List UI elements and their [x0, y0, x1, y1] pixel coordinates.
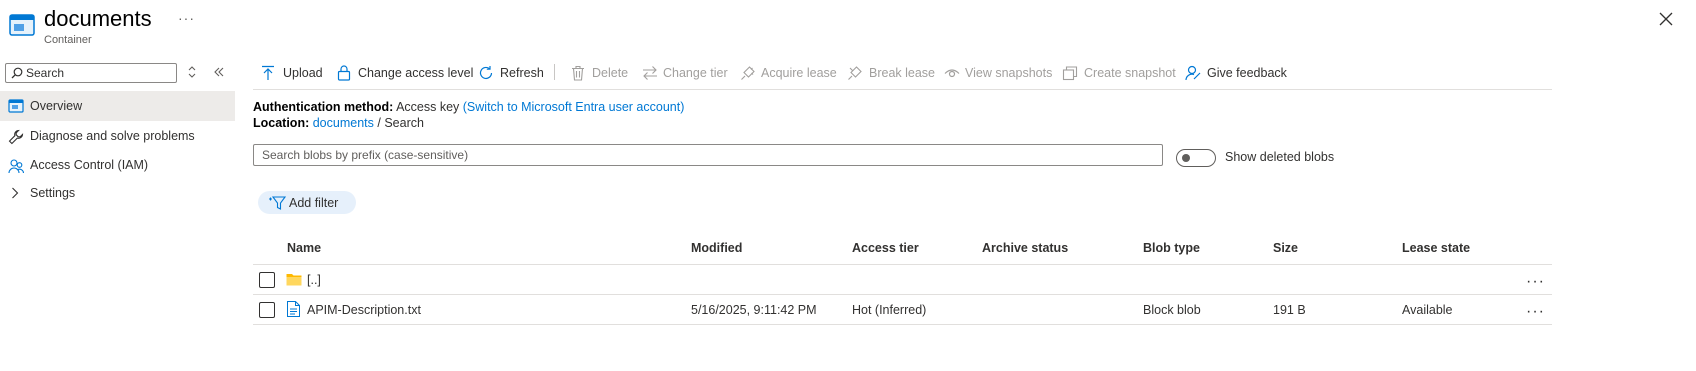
toolbar-divider-line: [253, 89, 1552, 90]
column-header-modified[interactable]: Modified: [691, 241, 742, 255]
create-snapshot-label: Create snapshot: [1084, 66, 1176, 80]
overview-icon: [8, 99, 24, 113]
break-lease-button[interactable]: Break lease: [847, 63, 935, 83]
location-link-documents[interactable]: documents: [313, 116, 374, 130]
wrench-icon: [8, 129, 24, 145]
view-snapshots-label: View snapshots: [965, 66, 1053, 80]
people-icon: [8, 158, 24, 174]
column-header-archive-status[interactable]: Archive status: [982, 241, 1068, 255]
refresh-label: Refresh: [500, 66, 544, 80]
nav-item-access-control[interactable]: Access Control (IAM): [0, 150, 235, 180]
toolbar-divider: [554, 64, 555, 80]
row-checkbox[interactable]: [259, 302, 275, 318]
double-chevron-left-icon: [214, 67, 224, 77]
view-snapshots-button[interactable]: View snapshots: [944, 63, 1053, 83]
upload-icon: [261, 65, 275, 81]
eye-icon: [944, 65, 960, 81]
show-deleted-label: Show deleted blobs: [1225, 150, 1335, 164]
sort-button[interactable]: [187, 66, 197, 78]
create-snapshot-button[interactable]: Create snapshot: [1062, 63, 1176, 83]
switch-auth-link[interactable]: (Switch to Microsoft Entra user account): [463, 100, 685, 114]
collapse-nav-button[interactable]: [213, 66, 225, 78]
add-filter-button[interactable]: Add filter: [258, 191, 356, 214]
delete-button[interactable]: Delete: [571, 63, 629, 83]
column-header-access-tier[interactable]: Access tier: [852, 241, 919, 255]
acquire-lease-label: Acquire lease: [761, 66, 837, 80]
lock-icon: [337, 65, 351, 81]
column-header-size[interactable]: Size: [1273, 241, 1298, 255]
link-icon: [740, 65, 756, 81]
page-subtitle: Container: [44, 34, 92, 46]
change-tier-button[interactable]: Change tier: [642, 63, 728, 83]
folder-icon: [286, 272, 302, 286]
refresh-icon: [478, 65, 494, 81]
change-access-level-button[interactable]: Change access level: [337, 63, 473, 83]
search-icon: [11, 67, 23, 79]
delete-label: Delete: [592, 66, 629, 80]
more-options-button[interactable]: ···: [178, 10, 195, 26]
add-filter-icon: [269, 196, 286, 210]
change-tier-label: Change tier: [663, 66, 728, 80]
arrows-swap-icon: [642, 65, 658, 81]
container-icon: [9, 14, 35, 36]
trash-icon: [571, 65, 585, 81]
file-icon: [287, 301, 300, 317]
blob-search-box[interactable]: [253, 144, 1163, 166]
row-checkbox[interactable]: [259, 272, 275, 288]
column-header-name[interactable]: Name: [287, 241, 321, 255]
location-label: Location:: [253, 116, 310, 130]
give-feedback-button[interactable]: Give feedback: [1185, 63, 1287, 83]
nav-item-settings[interactable]: Settings: [0, 178, 235, 208]
chevron-right-icon: [11, 186, 19, 200]
close-button[interactable]: [1658, 11, 1674, 27]
row-modified: 5/16/2025, 9:11:42 PM: [691, 303, 817, 317]
auth-method-line: Authentication method: Access key (Switc…: [253, 100, 684, 114]
nav-item-label: Access Control (IAM): [30, 158, 149, 172]
nav-item-label: Settings: [30, 186, 76, 200]
toggle-knob: [1182, 154, 1190, 162]
location-line: Location: documents / Search: [253, 116, 424, 130]
nav-item-diagnose[interactable]: Diagnose and solve problems: [0, 121, 235, 151]
row-name-file[interactable]: APIM-Description.txt: [307, 303, 421, 317]
auth-method-label: Authentication method:: [253, 100, 394, 114]
nav-item-label: Diagnose and solve problems: [30, 129, 195, 143]
add-filter-label: Add filter: [289, 196, 339, 210]
row-name-parent[interactable]: [..]: [307, 273, 321, 287]
blob-search-input[interactable]: [262, 147, 1152, 163]
row-divider: [253, 324, 1552, 325]
location-current: Search: [384, 116, 424, 130]
column-header-blob-type[interactable]: Blob type: [1143, 241, 1200, 255]
give-feedback-label: Give feedback: [1207, 66, 1287, 80]
acquire-lease-button[interactable]: Acquire lease: [740, 63, 837, 83]
location-separator: /: [377, 116, 381, 130]
nav-item-label: Overview: [30, 99, 83, 113]
sort-icon: [188, 66, 196, 78]
upload-label: Upload: [283, 66, 323, 80]
row-more-button[interactable]: ···: [1526, 304, 1545, 320]
feedback-icon: [1185, 65, 1201, 81]
auth-method-value: Access key: [396, 100, 460, 114]
header-divider: [253, 264, 1552, 265]
nav-search-box[interactable]: [5, 63, 177, 83]
row-access-tier: Hot (Inferred): [852, 303, 927, 317]
nav-item-overview[interactable]: Overview: [0, 91, 235, 121]
break-lease-label: Break lease: [869, 66, 936, 80]
column-header-lease-state[interactable]: Lease state: [1402, 241, 1470, 255]
change-access-level-label: Change access level: [358, 66, 474, 80]
row-lease-state: Available: [1402, 303, 1453, 317]
refresh-button[interactable]: Refresh: [478, 63, 544, 83]
copy-icon: [1062, 65, 1078, 81]
nav-search-input[interactable]: [26, 65, 174, 81]
row-divider: [253, 294, 1552, 295]
row-blob-type: Block blob: [1143, 303, 1201, 317]
broken-link-icon: [847, 65, 863, 81]
row-more-button[interactable]: ···: [1526, 274, 1545, 290]
close-icon: [1659, 12, 1673, 26]
show-deleted-toggle[interactable]: [1176, 149, 1216, 167]
row-size: 191 B: [1273, 303, 1306, 317]
page-title: documents: [44, 6, 152, 31]
upload-button[interactable]: Upload: [261, 63, 323, 83]
